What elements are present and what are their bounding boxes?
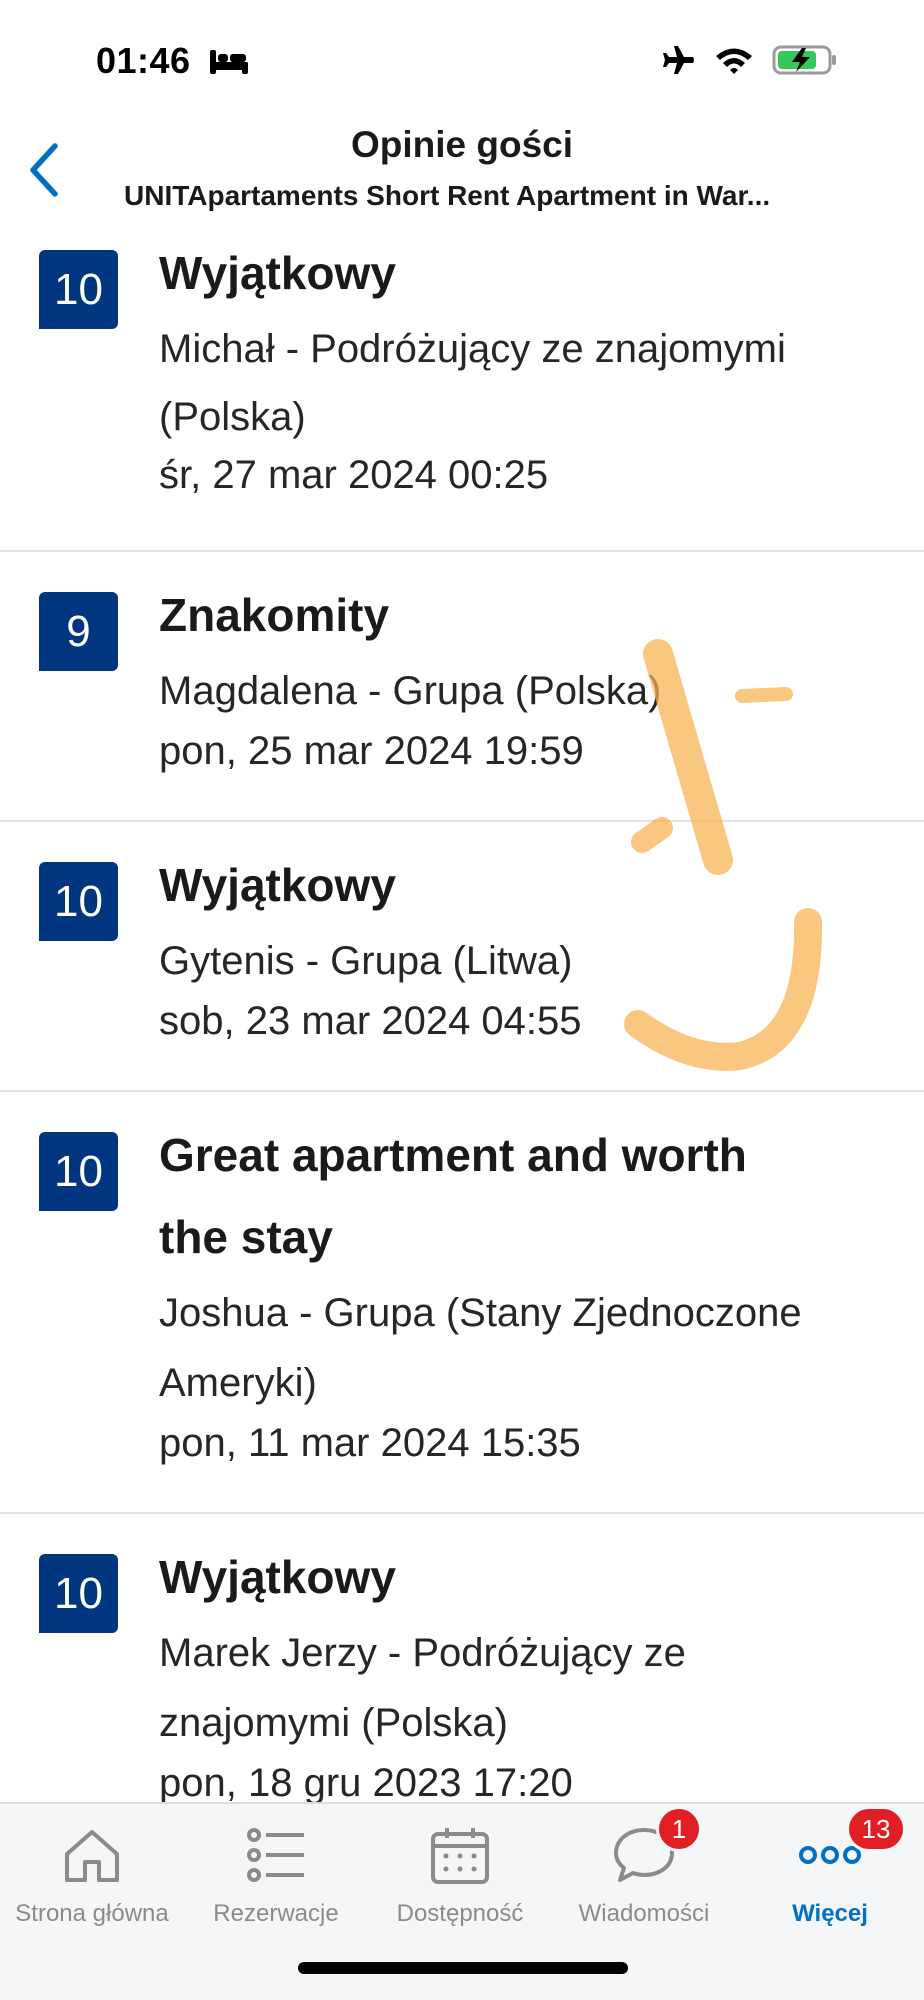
screen: 01:46 Opinie gości UNITApartaments Short… [0, 0, 924, 2000]
status-time: 01:46 [96, 40, 191, 81]
review-date: pon, 11 mar 2024 15:35 [159, 1421, 581, 1465]
review-author: Joshua - Grupa (Stany Zjednoczone [159, 1291, 802, 1335]
bed-icon [210, 50, 248, 74]
more-badge: 13 [846, 1806, 906, 1852]
home-icon [65, 1830, 119, 1882]
review-item[interactable]: 10 Wyjątkowy Michał - Podróżujący ze zna… [0, 230, 924, 552]
messages-badge: 1 [656, 1806, 702, 1852]
review-date: śr, 27 mar 2024 00:25 [159, 453, 549, 497]
tab-home[interactable]: Strona główna [0, 1820, 184, 1940]
review-author-country: Ameryki) [159, 1361, 317, 1405]
calendar-icon [431, 1828, 489, 1884]
list-icon [247, 1828, 304, 1882]
review-content: Wyjątkowy Michał - Podróżujący ze znajom… [159, 232, 884, 500]
review-title: Wyjątkowy [159, 1551, 396, 1603]
more-icon [799, 1846, 861, 1864]
review-title: Wyjątkowy [159, 247, 396, 299]
tab-messages[interactable]: 1 Wiadomości [552, 1806, 736, 1940]
review-author: Marek Jerzy - Podróżujący ze [159, 1631, 686, 1675]
review-item[interactable]: 10 Great apartment and worth the stay Jo… [0, 1092, 924, 1514]
tab-reservations-label: Rezerwacje [213, 1900, 339, 1927]
status-icons [660, 44, 838, 76]
tab-home-label: Strona główna [15, 1900, 169, 1927]
review-title: Znakomity [159, 589, 390, 641]
review-author: Michał - Podróżujący ze znajomymi [159, 327, 786, 371]
tab-more-label: Więcej [792, 1900, 868, 1927]
review-title-continued: the stay [159, 1211, 333, 1263]
review-item[interactable]: 10 Wyjątkowy Marek Jerzy - Podróżujący z… [0, 1514, 924, 1802]
tab-availability[interactable]: Dostępność [368, 1820, 552, 1940]
score-badge: 10 [39, 1554, 118, 1633]
review-date: pon, 25 mar 2024 19:59 [159, 729, 584, 773]
review-title: Wyjątkowy [159, 859, 396, 911]
tab-more[interactable]: 13 Więcej [736, 1806, 924, 1940]
review-content: Znakomity Magdalena - Grupa (Polska) pon… [159, 574, 884, 776]
tab-messages-label: Wiadomości [578, 1900, 710, 1927]
review-author: Gytenis - Grupa (Litwa) [159, 939, 573, 983]
review-author: Magdalena - Grupa (Polska) [159, 669, 662, 713]
review-content: Wyjątkowy Gytenis - Grupa (Litwa) sob, 2… [159, 844, 884, 1046]
review-item[interactable]: 10 Wyjątkowy Gytenis - Grupa (Litwa) sob… [0, 822, 924, 1092]
review-date: pon, 18 gru 2023 17:20 [159, 1761, 573, 1802]
airplane-icon [663, 46, 694, 74]
score-badge: 10 [39, 250, 118, 329]
review-list[interactable]: 10 Wyjątkowy Michał - Podróżujący ze zna… [0, 230, 924, 1802]
page-title: Opinie gości [350, 124, 574, 165]
review-date: sob, 23 mar 2024 04:55 [159, 999, 582, 1043]
score-badge: 10 [39, 1132, 118, 1211]
review-title: Great apartment and worth [159, 1129, 747, 1181]
navigation-header: Opinie gości UNITApartaments Short Rent … [0, 120, 924, 230]
score-badge: 9 [39, 592, 118, 671]
battery-charging-icon [772, 45, 836, 75]
review-content: Wyjątkowy Marek Jerzy - Podróżujący ze z… [159, 1536, 884, 1802]
home-indicator[interactable] [298, 1962, 628, 1974]
status-bar: 01:46 [0, 0, 924, 120]
wifi-icon [716, 48, 752, 74]
tab-reservations[interactable]: Rezerwacje [184, 1820, 368, 1940]
review-item[interactable]: 9 Znakomity Magdalena - Grupa (Polska) p… [0, 552, 924, 822]
tab-availability-label: Dostępność [396, 1900, 524, 1927]
review-content: Great apartment and worth the stay Joshu… [159, 1114, 884, 1468]
score-badge: 10 [39, 862, 118, 941]
review-author-country: znajomymi (Polska) [159, 1701, 508, 1745]
property-name: UNITApartaments Short Rent Apartment in … [124, 180, 771, 211]
review-author-country: (Polska) [159, 395, 306, 439]
